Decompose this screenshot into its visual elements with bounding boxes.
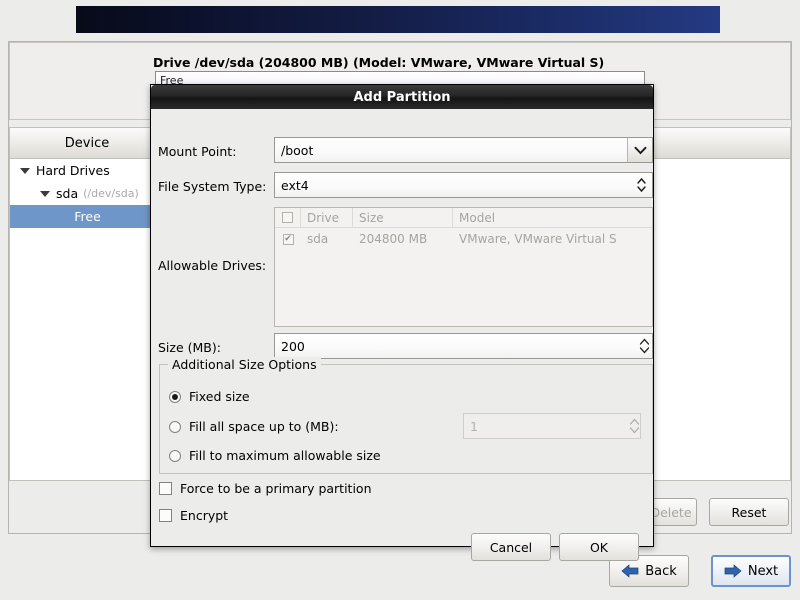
drive-title: Drive /dev/sda (204800 MB) (Model: VMwar… xyxy=(153,55,605,70)
spinner-updown-icon xyxy=(636,177,646,193)
radio-fixed-size-label: Fixed size xyxy=(189,389,250,404)
checkbox-force-primary[interactable]: Force to be a primary partition xyxy=(159,481,372,496)
select-all-checkbox[interactable] xyxy=(282,212,293,223)
spinner-updown-icon xyxy=(629,418,639,434)
drive-row-checkbox[interactable]: ✔ xyxy=(282,233,294,245)
next-button-label: Next xyxy=(747,563,779,579)
radio-button-icon[interactable] xyxy=(169,420,181,433)
mount-point-dropdown-button[interactable] xyxy=(627,137,653,163)
mount-point-input[interactable]: /boot xyxy=(274,137,629,163)
drive-row-checkbox-cell: ✔ xyxy=(275,228,301,250)
allowable-drives-table[interactable]: Drive Size Model ✔ sda 204800 MB VMware,… xyxy=(274,207,653,327)
drive-row-name: sda xyxy=(307,232,329,246)
allowable-drives-header: Drive Size Model xyxy=(275,208,652,228)
dialog-title: Add Partition xyxy=(151,85,653,109)
arrow-left-icon xyxy=(621,564,639,578)
ok-button[interactable]: OK xyxy=(559,533,639,561)
spinner-updown-icon xyxy=(639,338,649,354)
device-column-header[interactable]: Device xyxy=(10,128,165,158)
column-header-size[interactable]: Size xyxy=(353,208,453,227)
size-input[interactable]: 200 xyxy=(274,333,653,359)
size-stepper[interactable] xyxy=(636,333,652,359)
arrow-right-icon xyxy=(724,564,742,578)
radio-fill-to-maximum-label: Fill to maximum allowable size xyxy=(189,448,381,463)
radio-fixed-size[interactable]: Fixed size xyxy=(169,389,250,404)
mount-point-value: /boot xyxy=(281,142,314,158)
expander-triangle-icon[interactable] xyxy=(20,167,30,174)
file-system-type-value: ext4 xyxy=(281,177,309,193)
tree-item-label: sda xyxy=(56,186,79,201)
checkbox-icon[interactable] xyxy=(159,482,172,495)
file-system-type-spinner-icon[interactable] xyxy=(633,172,649,198)
reset-button[interactable]: Reset xyxy=(709,498,789,526)
checkbox-icon[interactable] xyxy=(159,509,172,522)
radio-fill-all-space[interactable]: Fill all space up to (MB): xyxy=(169,419,339,434)
column-header-check xyxy=(275,208,301,227)
add-partition-dialog: Add Partition Mount Point: /boot File Sy… xyxy=(150,84,654,561)
radio-button-icon[interactable] xyxy=(169,449,181,462)
fill-up-to-stepper xyxy=(626,413,642,439)
installer-banner xyxy=(76,6,720,33)
back-button-label: Back xyxy=(645,563,677,579)
cancel-button[interactable]: Cancel xyxy=(471,533,551,561)
radio-fill-to-maximum[interactable]: Fill to maximum allowable size xyxy=(169,448,381,463)
file-system-type-select[interactable]: ext4 xyxy=(274,172,653,198)
additional-size-options-legend: Additional Size Options xyxy=(168,357,321,372)
radio-fill-all-space-label: Fill all space up to (MB): xyxy=(189,419,339,434)
allowable-drives-row[interactable]: ✔ sda 204800 MB VMware, VMware Virtual S xyxy=(275,228,652,250)
tree-row-selected[interactable]: Free xyxy=(10,205,165,228)
file-system-type-label: File System Type: xyxy=(158,179,267,194)
mount-point-label: Mount Point: xyxy=(158,144,237,159)
expander-triangle-icon[interactable] xyxy=(40,190,50,197)
checkbox-encrypt[interactable]: Encrypt xyxy=(159,508,228,523)
next-button[interactable]: Next xyxy=(711,555,791,587)
tree-item-label: Hard Drives xyxy=(36,163,110,178)
dialog-body: Mount Point: /boot File System Type: ext… xyxy=(151,109,653,561)
tree-item-label: Free xyxy=(74,209,101,224)
fill-up-to-input: 1 xyxy=(463,413,641,439)
fill-up-to-value: 1 xyxy=(470,418,478,434)
radio-button-icon[interactable] xyxy=(169,390,181,403)
column-header-drive[interactable]: Drive xyxy=(301,208,353,227)
checkbox-encrypt-label: Encrypt xyxy=(180,508,229,523)
drive-row-size: 204800 MB xyxy=(359,232,428,246)
size-label: Size (MB): xyxy=(158,340,221,355)
tree-item-device-path: (/dev/sda) xyxy=(83,187,139,200)
installer-screen: Drive /dev/sda (204800 MB) (Model: VMwar… xyxy=(0,0,800,600)
drive-row-model: VMware, VMware Virtual S xyxy=(459,232,617,246)
allowable-drives-label: Allowable Drives: xyxy=(158,258,267,273)
chevron-down-icon xyxy=(634,146,646,154)
checkbox-force-primary-label: Force to be a primary partition xyxy=(180,481,372,496)
column-header-model[interactable]: Model xyxy=(453,208,652,227)
size-value: 200 xyxy=(281,338,305,354)
